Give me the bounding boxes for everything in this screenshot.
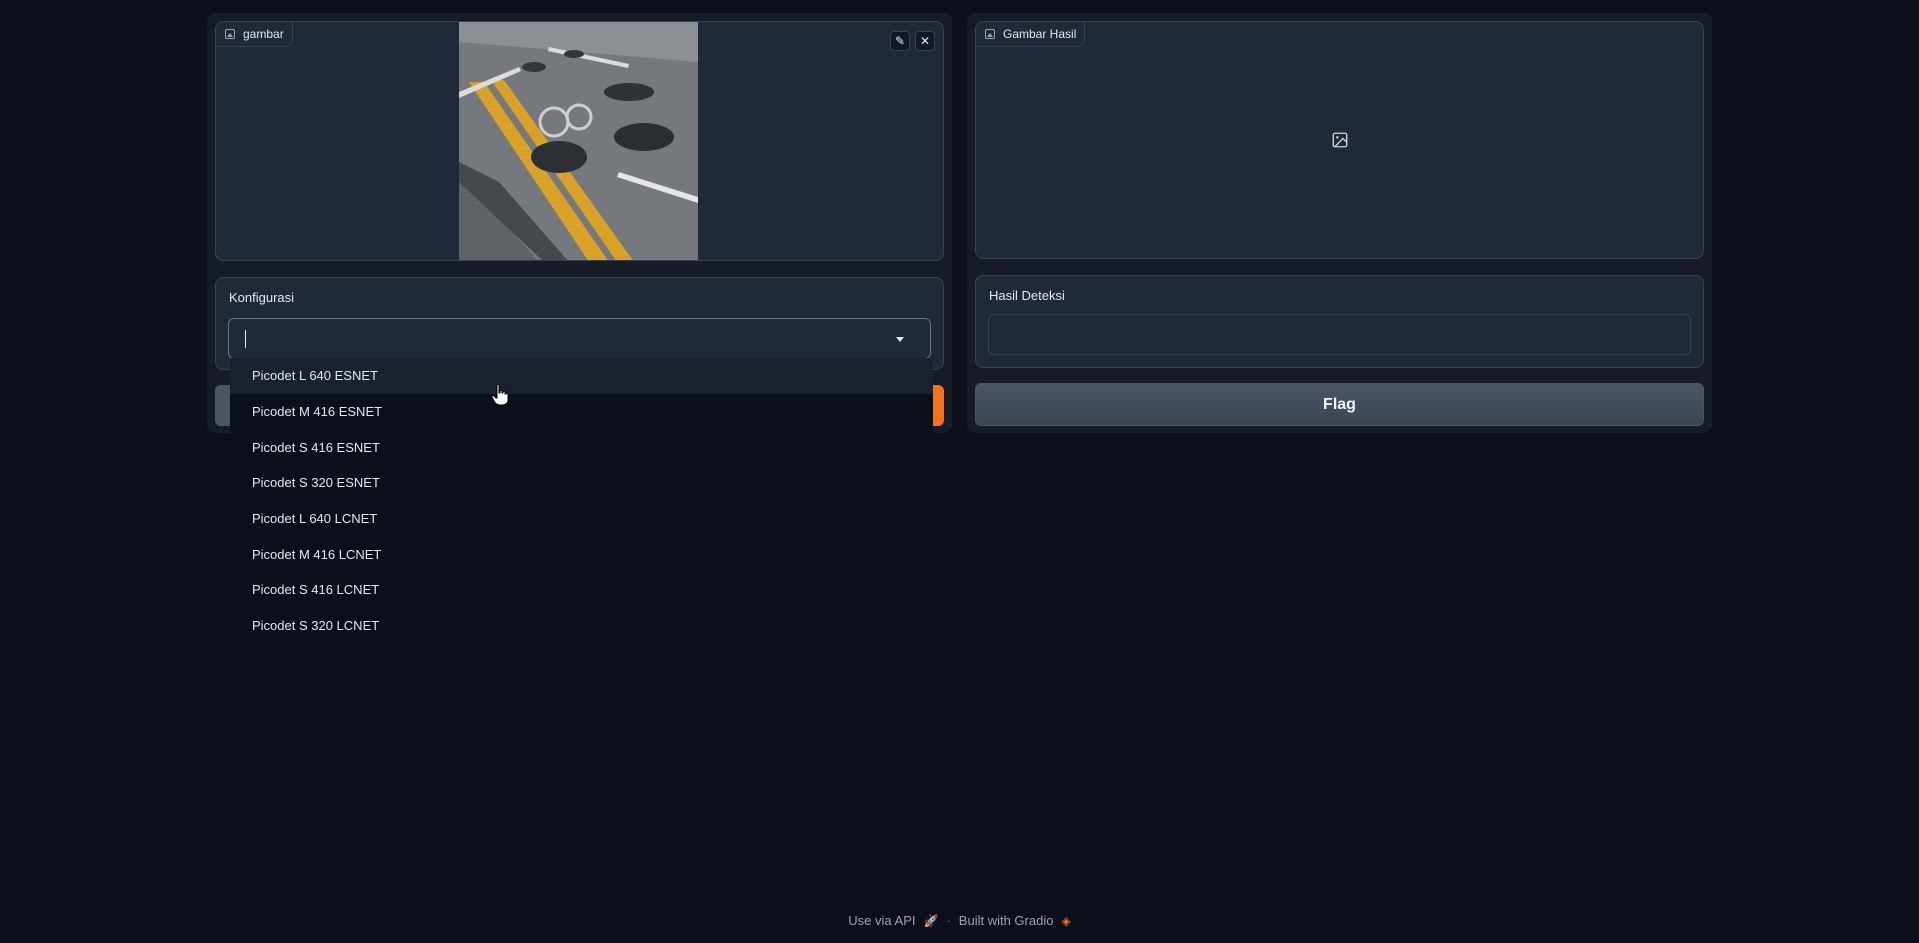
- config-block: Konfigurasi: [215, 277, 944, 370]
- dropdown-option[interactable]: Picodet S 416 LCNET: [230, 572, 933, 608]
- dropdown-option[interactable]: Picodet L 640 LCNET: [230, 501, 933, 537]
- dropdown-option[interactable]: Picodet S 320 LCNET: [230, 608, 933, 644]
- config-options-list: Picodet L 640 ESNET Picodet M 416 ESNET …: [230, 358, 933, 644]
- close-icon[interactable]: ✕: [915, 31, 935, 51]
- config-label: Konfigurasi: [229, 290, 295, 305]
- flag-button[interactable]: Flag: [975, 383, 1704, 426]
- hand-cursor-icon: [492, 384, 508, 406]
- input-image-block[interactable]: gambar ✎ ✕: [215, 21, 944, 261]
- gradio-logo-icon: ◈: [1061, 913, 1071, 928]
- result-textbox[interactable]: [988, 314, 1691, 355]
- footer-separator: ·: [946, 913, 951, 928]
- uploaded-road-photo: [459, 22, 698, 260]
- image-icon: [985, 29, 995, 39]
- input-image-label: gambar: [216, 22, 293, 47]
- image-icon: [225, 29, 235, 39]
- input-image-label-text: gambar: [243, 27, 284, 41]
- image-actions: ✎ ✕: [890, 31, 935, 51]
- road-photo-drawing: [459, 22, 698, 260]
- chevron-down-icon[interactable]: [896, 337, 904, 342]
- result-label: Hasil Deteksi: [989, 288, 1065, 303]
- footer: Use via API 🚀 · Built with Gradio ◈: [0, 913, 1919, 928]
- use-via-api-link[interactable]: Use via API: [848, 913, 915, 928]
- dropdown-option[interactable]: Picodet S 416 ESNET: [230, 429, 933, 465]
- output-image-label: Gambar Hasil: [976, 22, 1086, 47]
- dropdown-option[interactable]: Picodet S 320 ESNET: [230, 465, 933, 501]
- dropdown-option[interactable]: Picodet M 416 LCNET: [230, 536, 933, 572]
- config-dropdown[interactable]: [228, 318, 931, 359]
- output-column: Gambar Hasil Hasil Deteksi Flag: [967, 13, 1712, 433]
- built-with-gradio-link[interactable]: Built with Gradio: [959, 913, 1054, 928]
- dropdown-option[interactable]: Picodet L 640 ESNET: [230, 358, 933, 394]
- dropdown-option[interactable]: Picodet M 416 ESNET: [230, 394, 933, 430]
- output-image-label-text: Gambar Hasil: [1003, 27, 1077, 41]
- output-image-block: Gambar Hasil: [975, 21, 1704, 259]
- text-caret: [245, 330, 246, 348]
- image-placeholder-icon: [1332, 132, 1347, 148]
- rocket-icon: 🚀: [923, 913, 939, 928]
- result-block: Hasil Deteksi: [975, 275, 1704, 368]
- gradio-app: gambar ✎ ✕ Konfigurasi Gambar Hasil Hasi…: [0, 0, 1919, 943]
- pencil-icon[interactable]: ✎: [890, 31, 910, 51]
